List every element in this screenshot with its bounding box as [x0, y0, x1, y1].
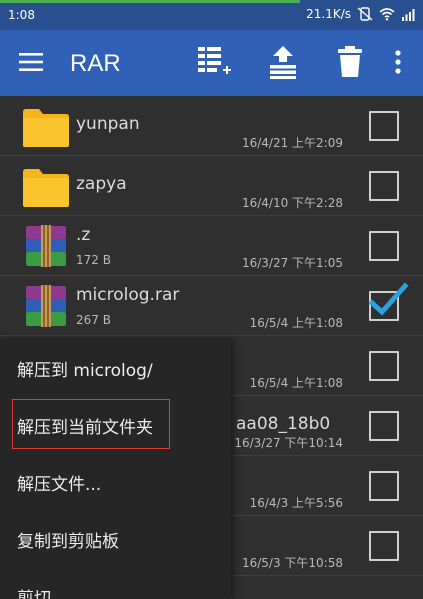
rar-archive-icon: [26, 225, 66, 267]
list-item[interactable]: yunpan 16/4/21 上午2:09: [0, 96, 423, 156]
checkbox[interactable]: [369, 351, 399, 381]
list-item[interactable]: zapya 16/4/10 下午2:28: [0, 156, 423, 216]
file-size: 172 B: [76, 253, 111, 267]
folder-icon: [23, 169, 69, 207]
checkbox[interactable]: [369, 171, 399, 201]
check-icon: [368, 282, 409, 316]
wifi-icon: [379, 8, 395, 21]
checkbox[interactable]: [369, 411, 399, 441]
file-date: 16/4/3 上午5:56: [249, 496, 343, 510]
file-size: 267 B: [76, 313, 111, 327]
delete-icon[interactable]: [332, 44, 368, 80]
network-speed: 21.1K/s: [306, 7, 351, 21]
list-item[interactable]: microlog.rar 267 B 16/5/4 上午1:08: [0, 276, 423, 336]
checkbox[interactable]: [369, 231, 399, 261]
menu-item-copy-to-clipboard[interactable]: 复制到剪贴板: [0, 511, 231, 567]
download-progress-line: [0, 0, 300, 3]
file-date: 16/3/27 下午10:14: [234, 436, 343, 450]
menu-item-extract-to-folder[interactable]: 解压到 microlog/: [0, 340, 231, 396]
vibrate-off-icon: [357, 7, 373, 21]
app-title: RAR: [70, 50, 121, 77]
select-all-icon[interactable]: [196, 44, 232, 80]
list-item[interactable]: .z 172 B 16/3/27 下午1:05: [0, 216, 423, 276]
extract-icon[interactable]: [265, 44, 301, 80]
menu-item-cut[interactable]: 剪切: [0, 568, 231, 599]
file-date: 16/5/4 上午1:08: [249, 316, 343, 330]
file-name: zapya: [76, 174, 127, 194]
file-date: 16/4/21 上午2:09: [241, 136, 343, 150]
status-indicators: 21.1K/s: [306, 7, 417, 21]
checkbox[interactable]: [369, 111, 399, 141]
checkbox[interactable]: [369, 471, 399, 501]
checkbox[interactable]: [369, 531, 399, 561]
file-name: aa08_18b0: [236, 414, 331, 434]
file-date: 16/4/10 下午2:28: [241, 196, 343, 210]
menu-item-extract-here[interactable]: 解压到当前文件夹: [0, 397, 231, 453]
status-time: 1:08: [8, 8, 35, 22]
file-date: 16/3/27 下午1:05: [241, 256, 343, 270]
menu-item-extract-files[interactable]: 解压文件...: [0, 454, 231, 510]
more-vert-icon[interactable]: [380, 44, 416, 80]
checkbox-checked[interactable]: [368, 282, 409, 321]
folder-icon: [23, 109, 69, 147]
file-name: .z: [76, 225, 91, 245]
menu-icon[interactable]: [13, 44, 49, 80]
app-bar: RAR: [0, 30, 423, 96]
file-date: 16/5/3 下午10:58: [241, 556, 343, 570]
rar-archive-icon: [26, 285, 66, 327]
file-date: 16/5/4 上午1:08: [249, 376, 343, 390]
signal-icon: [402, 9, 415, 21]
status-bar: 1:08 21.1K/s: [0, 0, 423, 30]
context-menu: 解压到 microlog/ 解压到当前文件夹 解压文件... 复制到剪贴板 剪切: [0, 340, 231, 599]
file-name: microlog.rar: [76, 285, 180, 305]
file-name: yunpan: [76, 114, 140, 134]
